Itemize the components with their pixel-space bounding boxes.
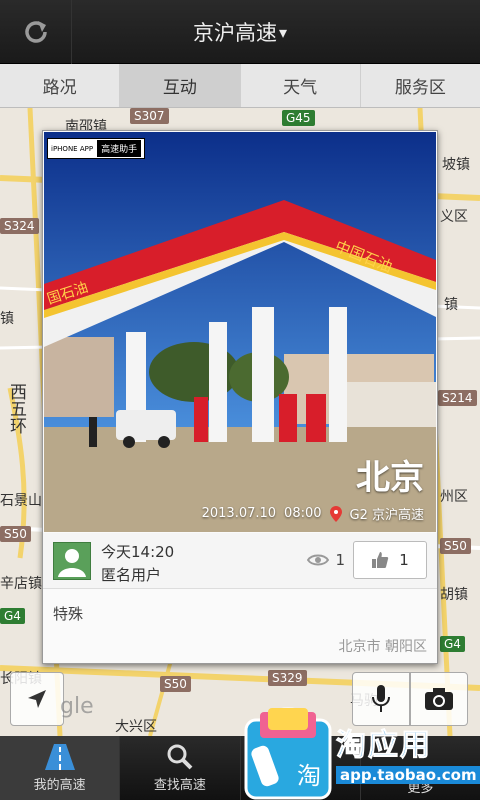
google-logo: gle xyxy=(60,694,94,719)
page-title: 京沪高速 xyxy=(192,21,277,45)
map-label: 坡镇 xyxy=(442,157,470,173)
avatar[interactable] xyxy=(53,542,91,580)
user-icon xyxy=(58,549,86,577)
eye-icon xyxy=(307,554,330,566)
route-shield: G45 xyxy=(282,110,315,126)
tab-bar: 路况 互动 天气 服务区 xyxy=(0,64,480,108)
tab-interaction[interactable]: 互动 xyxy=(120,64,241,107)
thumbs-up-icon xyxy=(372,552,389,568)
voice-button[interactable] xyxy=(352,672,410,726)
route-shield: G4 xyxy=(0,608,25,624)
badge-right: 高速助手 xyxy=(97,140,142,157)
road-icon xyxy=(44,743,75,770)
map-label: 州区 xyxy=(440,489,468,505)
map-label: 义区 xyxy=(440,209,468,225)
taobao-app-logo: 淘 xyxy=(244,707,332,800)
map-label: 镇 xyxy=(444,297,458,313)
chevron-down-icon: ▾ xyxy=(278,22,288,42)
map-label: 西五环 xyxy=(6,383,26,434)
post-photo[interactable]: 中国石油 国石油 iPHONE APP 高速助手 北京 2013.07.10 0… xyxy=(44,132,436,532)
microphone-icon xyxy=(372,685,390,712)
refresh-button[interactable] xyxy=(0,0,72,64)
view-count: 1 xyxy=(307,551,345,569)
photo-meta: 2013.07.10 08:00 G2 京沪高速 xyxy=(202,504,424,523)
route-shield: S50 xyxy=(160,676,191,692)
view-count-value: 1 xyxy=(335,551,345,569)
post-info-row: 今天14:20 匿名用户 1 1 xyxy=(43,533,437,589)
map-label: 石景山 xyxy=(0,493,42,509)
search-icon xyxy=(167,744,193,769)
location-pin-icon xyxy=(329,505,342,522)
nav-label: 我的高速 xyxy=(33,777,86,793)
post-content: 特殊 xyxy=(53,605,84,623)
photo-road: G2 京沪高速 xyxy=(349,508,424,523)
city-label: 北京 xyxy=(356,458,424,498)
tab-service-area[interactable]: 服务区 xyxy=(361,64,480,107)
tab-traffic[interactable]: 路况 xyxy=(0,64,121,107)
route-shield: S307 xyxy=(130,108,169,124)
route-shield: S50 xyxy=(440,538,471,554)
road-selector[interactable]: 京沪高速 ▾ xyxy=(140,0,340,64)
post-card[interactable]: 中国石油 国石油 iPHONE APP 高速助手 北京 2013.07.10 0… xyxy=(42,130,438,664)
nav-find-highway[interactable]: 查找高速 xyxy=(120,736,241,800)
post-user: 匿名用户 xyxy=(101,566,162,584)
app-badge: iPHONE APP 高速助手 xyxy=(47,138,146,159)
route-shield: G4 xyxy=(440,636,465,652)
top-bar: 京沪高速 ▾ xyxy=(0,0,480,64)
like-count: 1 xyxy=(399,551,409,569)
map-label: 胡镇 xyxy=(440,587,468,603)
post-location: 北京市 朝阳区 xyxy=(338,639,427,655)
watermark-name: 淘应用 xyxy=(336,728,432,764)
post-time: 今天14:20 xyxy=(101,543,175,561)
badge-left: iPHONE APP xyxy=(51,144,94,153)
photo-time: 08:00 xyxy=(284,506,322,521)
map-label: 镇 xyxy=(0,311,14,327)
refresh-icon xyxy=(24,21,47,43)
route-shield: S329 xyxy=(268,670,307,686)
map-label: 辛店镇 xyxy=(0,576,42,592)
route-shield: S50 xyxy=(0,526,31,542)
camera-button[interactable] xyxy=(410,672,468,726)
nav-my-highway[interactable]: 我的高速 xyxy=(0,736,121,800)
photo-date: 2013.07.10 xyxy=(201,506,277,521)
like-button[interactable]: 1 xyxy=(353,541,427,579)
route-shield: S324 xyxy=(0,218,39,234)
svg-text:淘: 淘 xyxy=(297,762,321,790)
locate-button[interactable] xyxy=(10,672,64,726)
watermark-url: app.taobao.com xyxy=(336,766,480,784)
watermark: 淘应用 app.taobao.com xyxy=(336,720,480,784)
navigation-arrow-icon xyxy=(28,690,46,708)
camera-icon xyxy=(425,688,453,710)
route-shield: S214 xyxy=(438,390,477,406)
map-label: 大兴区 xyxy=(115,719,157,735)
nav-label: 查找高速 xyxy=(153,777,206,793)
tab-weather[interactable]: 天气 xyxy=(241,64,361,107)
